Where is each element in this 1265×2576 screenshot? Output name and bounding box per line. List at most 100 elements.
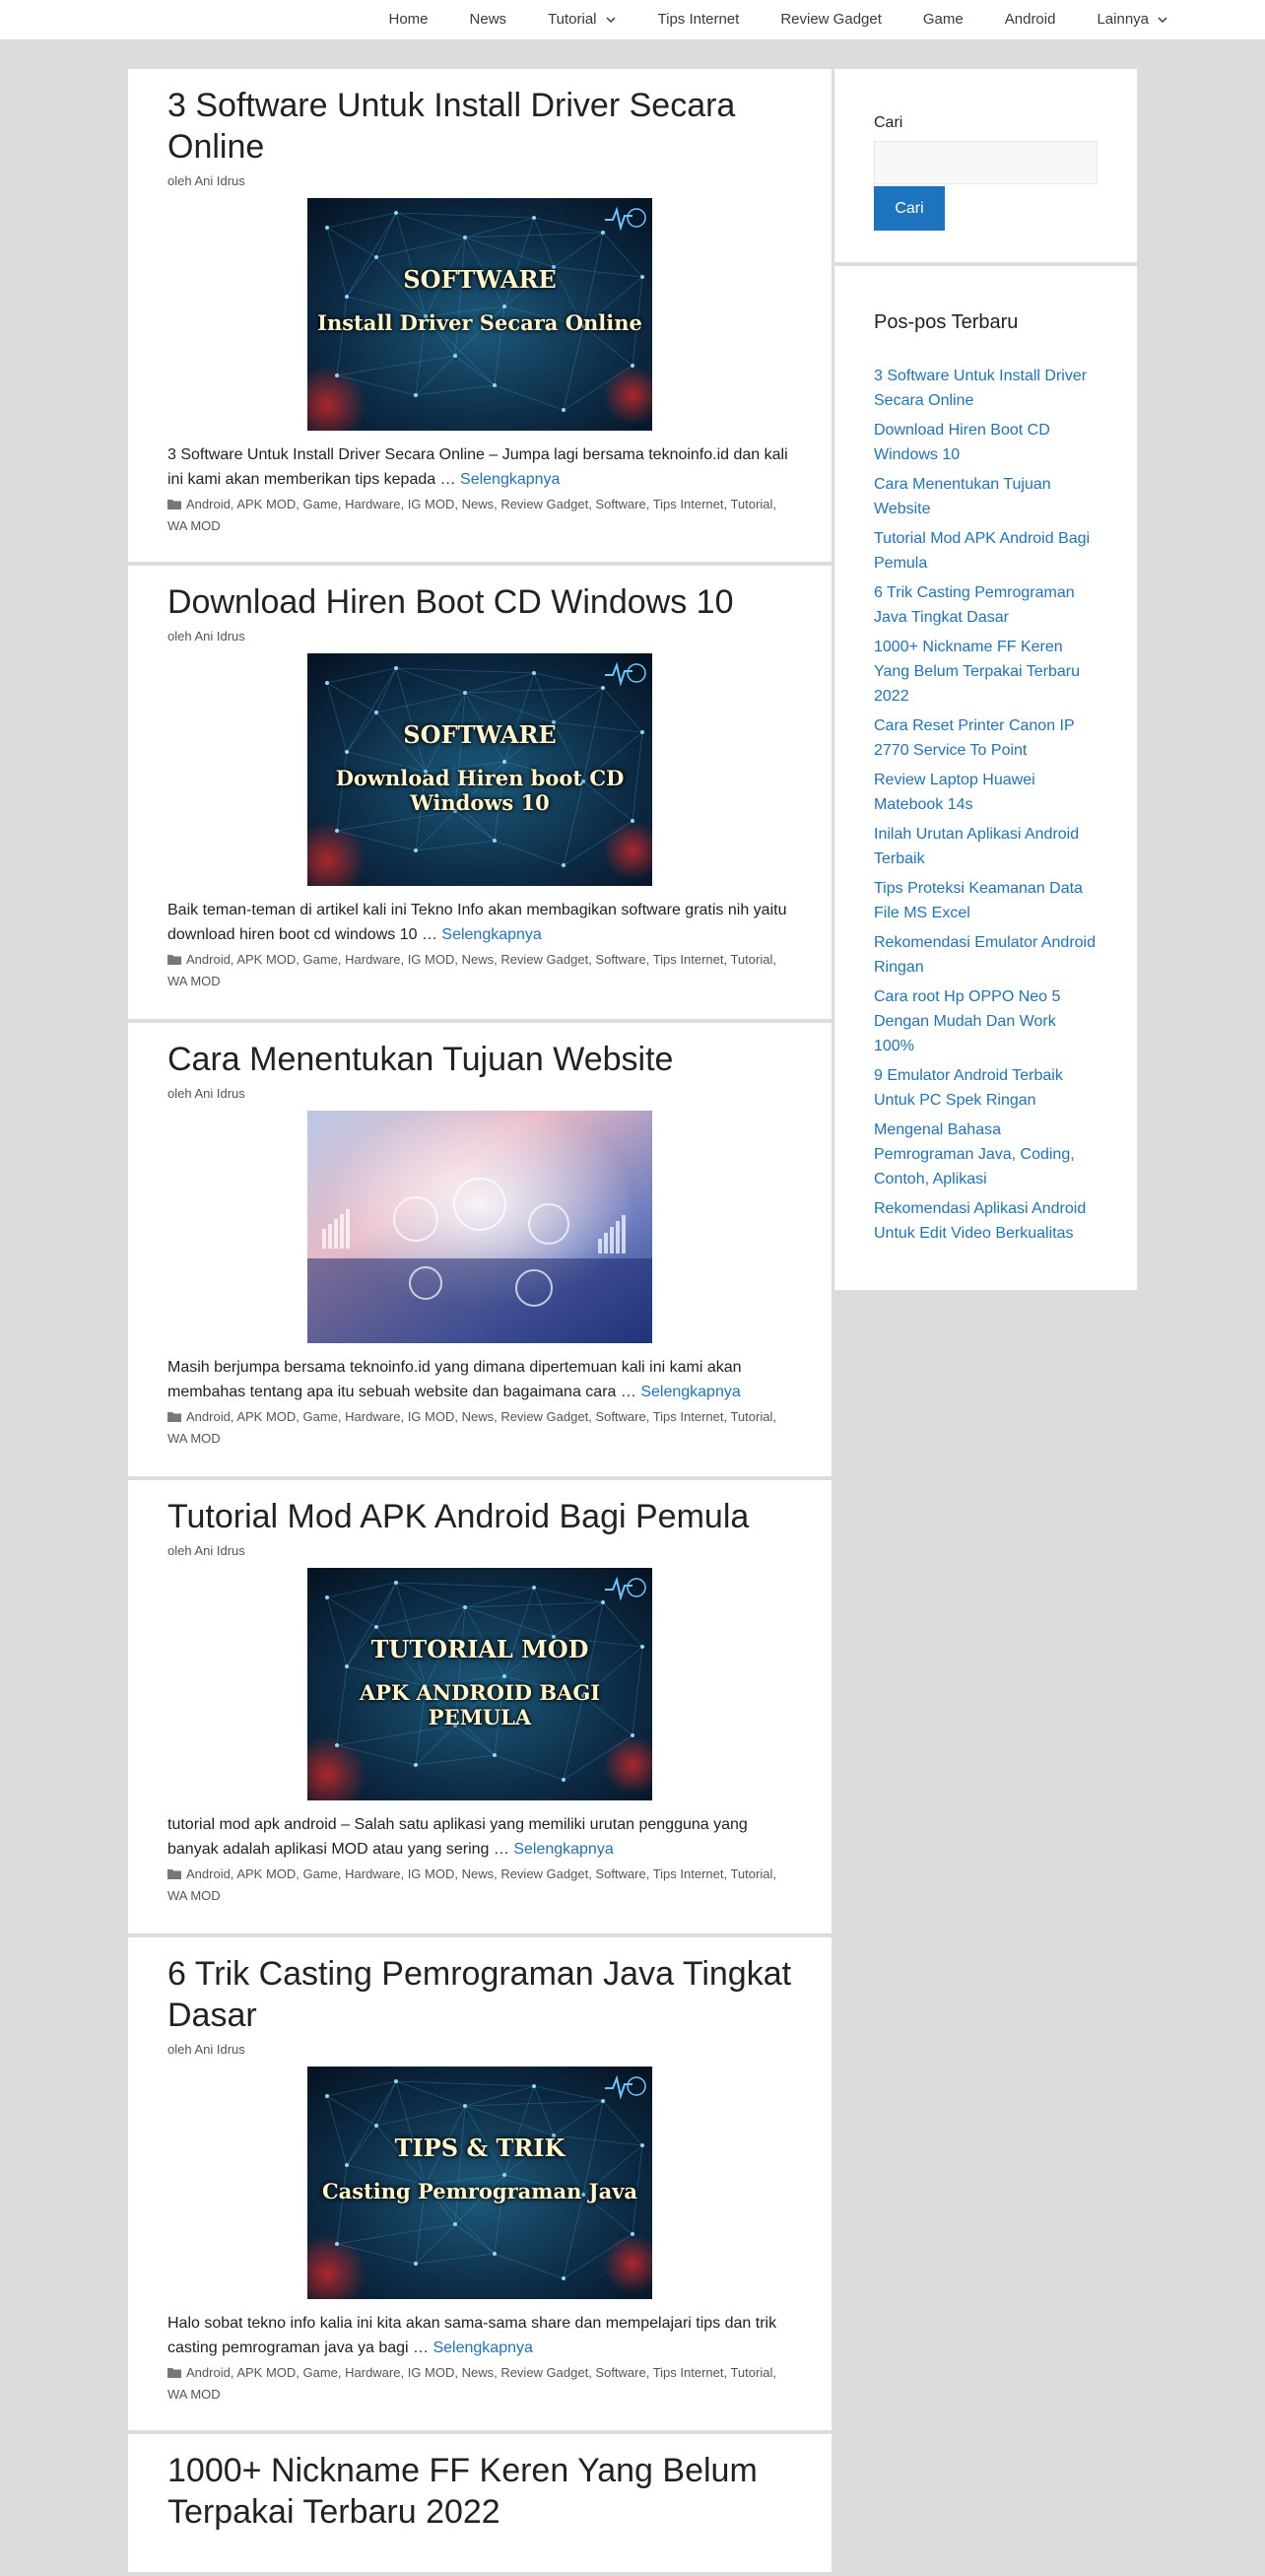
nav-item-home[interactable]: Home (368, 0, 449, 39)
article-title[interactable]: Cara Menentukan Tujuan Website (167, 1039, 792, 1080)
byline: oleh Ani Idrus (167, 1086, 792, 1101)
nav-item-tips-internet[interactable]: Tips Internet (637, 0, 761, 39)
article-card: Cara Menentukan Tujuan Website oleh Ani I… (128, 1023, 832, 1476)
byline-prefix: oleh (167, 173, 192, 188)
nav-item-label: Tutorial (548, 11, 597, 28)
recent-post-link[interactable]: Cara Reset Printer Canon IP 2770 Service… (874, 717, 1074, 759)
author-link[interactable]: Ani Idrus (194, 629, 244, 644)
byline-prefix: oleh (167, 1543, 192, 1558)
recent-post-item: Review Laptop Huawei Matebook 14s (874, 768, 1098, 817)
recent-post-link[interactable]: 3 Software Untuk Install Driver Secara O… (874, 368, 1087, 409)
recent-post-link[interactable]: Inilah Urutan Aplikasi Android Terbaik (874, 826, 1079, 867)
nav-item-label: Android (1004, 11, 1056, 28)
read-more-link[interactable]: Selengkapnya (433, 2339, 532, 2356)
thumbnail-heading: SOFTWARE (403, 720, 557, 749)
article-title[interactable]: 6 Trik Casting Pemrograman Java Tingkat … (167, 1953, 792, 2036)
article-thumbnail[interactable]: SOFTWARE Download Hiren boot CD Windows 1… (307, 653, 652, 886)
recent-post-link[interactable]: Tutorial Mod APK Android Bagi Pemula (874, 530, 1090, 572)
article-excerpt: Baik teman-teman di artikel kali ini Tek… (167, 898, 792, 947)
recent-post-link[interactable]: Cara Menentukan Tujuan Website (874, 476, 1051, 517)
nav-item-label: Home (388, 11, 429, 28)
search-widget: Cari Cari (834, 69, 1137, 262)
recent-post-link[interactable]: Rekomendasi Emulator Android Ringan (874, 934, 1096, 976)
thumbnail-subheading: Casting Pemrograman Java (321, 2179, 638, 2203)
article-thumbnail[interactable]: TIPS & TRIK Casting Pemrograman Java (307, 2067, 652, 2299)
folder-icon (167, 1869, 181, 1879)
article-title[interactable]: 3 Software Untuk Install Driver Secara O… (167, 85, 792, 168)
article-categories: Android, APK MOD, Game, Hardware, IG MOD… (167, 2362, 792, 2406)
category-links[interactable]: Android, APK MOD, Game, Hardware, IG MOD… (167, 1409, 776, 1446)
recent-post-link[interactable]: 9 Emulator Android Terbaik Untuk PC Spek… (874, 1067, 1063, 1109)
nav-item-label: Game (922, 11, 964, 28)
recent-post-item: 1000+ Nickname FF Keren Yang Belum Terpa… (874, 635, 1098, 709)
author-link[interactable]: Ani Idrus (194, 1086, 244, 1101)
nav-item-label: Review Gadget (780, 11, 882, 28)
article-thumbnail[interactable]: TUTORIAL MOD APK ANDROID BAGI PEMULA (307, 1568, 652, 1800)
nav-item-label: Lainnya (1097, 11, 1149, 28)
article-categories: Android, APK MOD, Game, Hardware, IG MOD… (167, 494, 792, 537)
recent-post-link[interactable]: 6 Trik Casting Pemrograman Java Tingkat … (874, 584, 1075, 626)
category-links[interactable]: Android, APK MOD, Game, Hardware, IG MOD… (167, 1866, 776, 1903)
article-categories: Android, APK MOD, Game, Hardware, IG MOD… (167, 1864, 792, 1907)
thumbnail-subheading: Download Hiren boot CD Windows 10 (335, 766, 625, 815)
article-title[interactable]: 1000+ Nickname FF Keren Yang Belum Terpa… (167, 2450, 792, 2533)
nav-item-label: Tips Internet (657, 11, 740, 28)
byline: oleh Ani Idrus (167, 1543, 792, 1558)
category-links[interactable]: Android, APK MOD, Game, Hardware, IG MOD… (167, 2365, 776, 2402)
nav-item-tutorial[interactable]: Tutorial (527, 0, 636, 39)
recent-post-item: Tips Proteksi Keamanan Data File MS Exce… (874, 876, 1098, 925)
recent-posts-title: Pos-pos Terbaru (874, 311, 1019, 333)
article-card: Tutorial Mod APK Android Bagi Pemula oleh… (128, 1480, 832, 1933)
folder-icon (167, 500, 181, 509)
nav-item-review-gadget[interactable]: Review Gadget (760, 0, 902, 39)
recent-post-link[interactable]: Rekomendasi Aplikasi Android Untuk Edit … (874, 1200, 1086, 1242)
author-link[interactable]: Ani Idrus (194, 2042, 244, 2057)
nav-item-label: News (469, 11, 507, 28)
search-button[interactable]: Cari (874, 186, 945, 231)
nav-item-lainnya[interactable]: Lainnya (1076, 0, 1189, 39)
article-card: 6 Trik Casting Pemrograman Java Tingkat … (128, 1937, 832, 2430)
article-thumbnail[interactable]: SOFTWARE Install Driver Secara Online (307, 198, 652, 431)
article-card: Download Hiren Boot CD Windows 10 oleh An… (128, 566, 832, 1019)
top-navigation: Home News Tutorial Tips Internet Review Gadg… (0, 0, 1265, 39)
main-content: 3 Software Untuk Install Driver Secara O… (128, 69, 832, 2576)
author-link[interactable]: Ani Idrus (194, 1543, 244, 1558)
search-input[interactable] (874, 141, 1098, 184)
thumbnail-subheading: APK ANDROID BAGI PEMULA (359, 1680, 601, 1729)
excerpt-text: tutorial mod apk android – Salah satu ap… (167, 1816, 748, 1858)
recent-post-link[interactable]: Cara root Hp OPPO Neo 5 Dengan Mudah Dan… (874, 988, 1060, 1054)
read-more-link[interactable]: Selengkapnya (460, 471, 560, 488)
category-links[interactable]: Android, APK MOD, Game, Hardware, IG MOD… (167, 497, 776, 533)
folder-icon (167, 2368, 181, 2378)
recent-post-item: Cara Reset Printer Canon IP 2770 Service… (874, 713, 1098, 763)
recent-post-link[interactable]: Mengenal Bahasa Pemrograman Java, Coding… (874, 1121, 1075, 1187)
recent-post-link[interactable]: Tips Proteksi Keamanan Data File MS Exce… (874, 880, 1083, 921)
article-title[interactable]: Tutorial Mod APK Android Bagi Pemula (167, 1496, 792, 1537)
read-more-link[interactable]: Selengkapnya (513, 1841, 613, 1858)
nav-item-android[interactable]: Android (984, 0, 1077, 39)
recent-posts-list: 3 Software Untuk Install Driver Secara O… (874, 364, 1098, 1246)
recent-post-item: Tutorial Mod APK Android Bagi Pemula (874, 526, 1098, 576)
folder-icon (167, 1412, 181, 1422)
category-links[interactable]: Android, APK MOD, Game, Hardware, IG MOD… (167, 952, 776, 988)
recent-post-link[interactable]: Download Hiren Boot CD Windows 10 (874, 422, 1050, 463)
article-card: 3 Software Untuk Install Driver Secara O… (128, 69, 832, 562)
nav-item-game[interactable]: Game (902, 0, 984, 39)
article-thumbnail[interactable] (307, 1111, 652, 1343)
article-categories: Android, APK MOD, Game, Hardware, IG MOD… (167, 1406, 792, 1450)
thumbnail-heading: TIPS & TRIK (394, 2134, 566, 2162)
recent-post-link[interactable]: Review Laptop Huawei Matebook 14s (874, 772, 1035, 813)
recent-post-item: Mengenal Bahasa Pemrograman Java, Coding… (874, 1118, 1098, 1191)
article-categories: Android, APK MOD, Game, Hardware, IG MOD… (167, 949, 792, 992)
thumbnail-heading: TUTORIAL MOD (370, 1635, 589, 1663)
read-more-link[interactable]: Selengkapnya (640, 1384, 740, 1400)
nav-item-news[interactable]: News (449, 0, 528, 39)
author-link[interactable]: Ani Idrus (194, 173, 244, 188)
recent-post-item: 9 Emulator Android Terbaik Untuk PC Spek… (874, 1063, 1098, 1113)
recent-posts-widget: Pos-pos Terbaru 3 Software Untuk Install… (834, 266, 1137, 1290)
article-title[interactable]: Download Hiren Boot CD Windows 10 (167, 581, 792, 623)
read-more-link[interactable]: Selengkapnya (441, 926, 541, 943)
byline: oleh Ani Idrus (167, 2042, 792, 2057)
article-excerpt: Masih berjumpa bersama teknoinfo.id yang… (167, 1355, 792, 1404)
recent-post-link[interactable]: 1000+ Nickname FF Keren Yang Belum Terpa… (874, 639, 1080, 705)
